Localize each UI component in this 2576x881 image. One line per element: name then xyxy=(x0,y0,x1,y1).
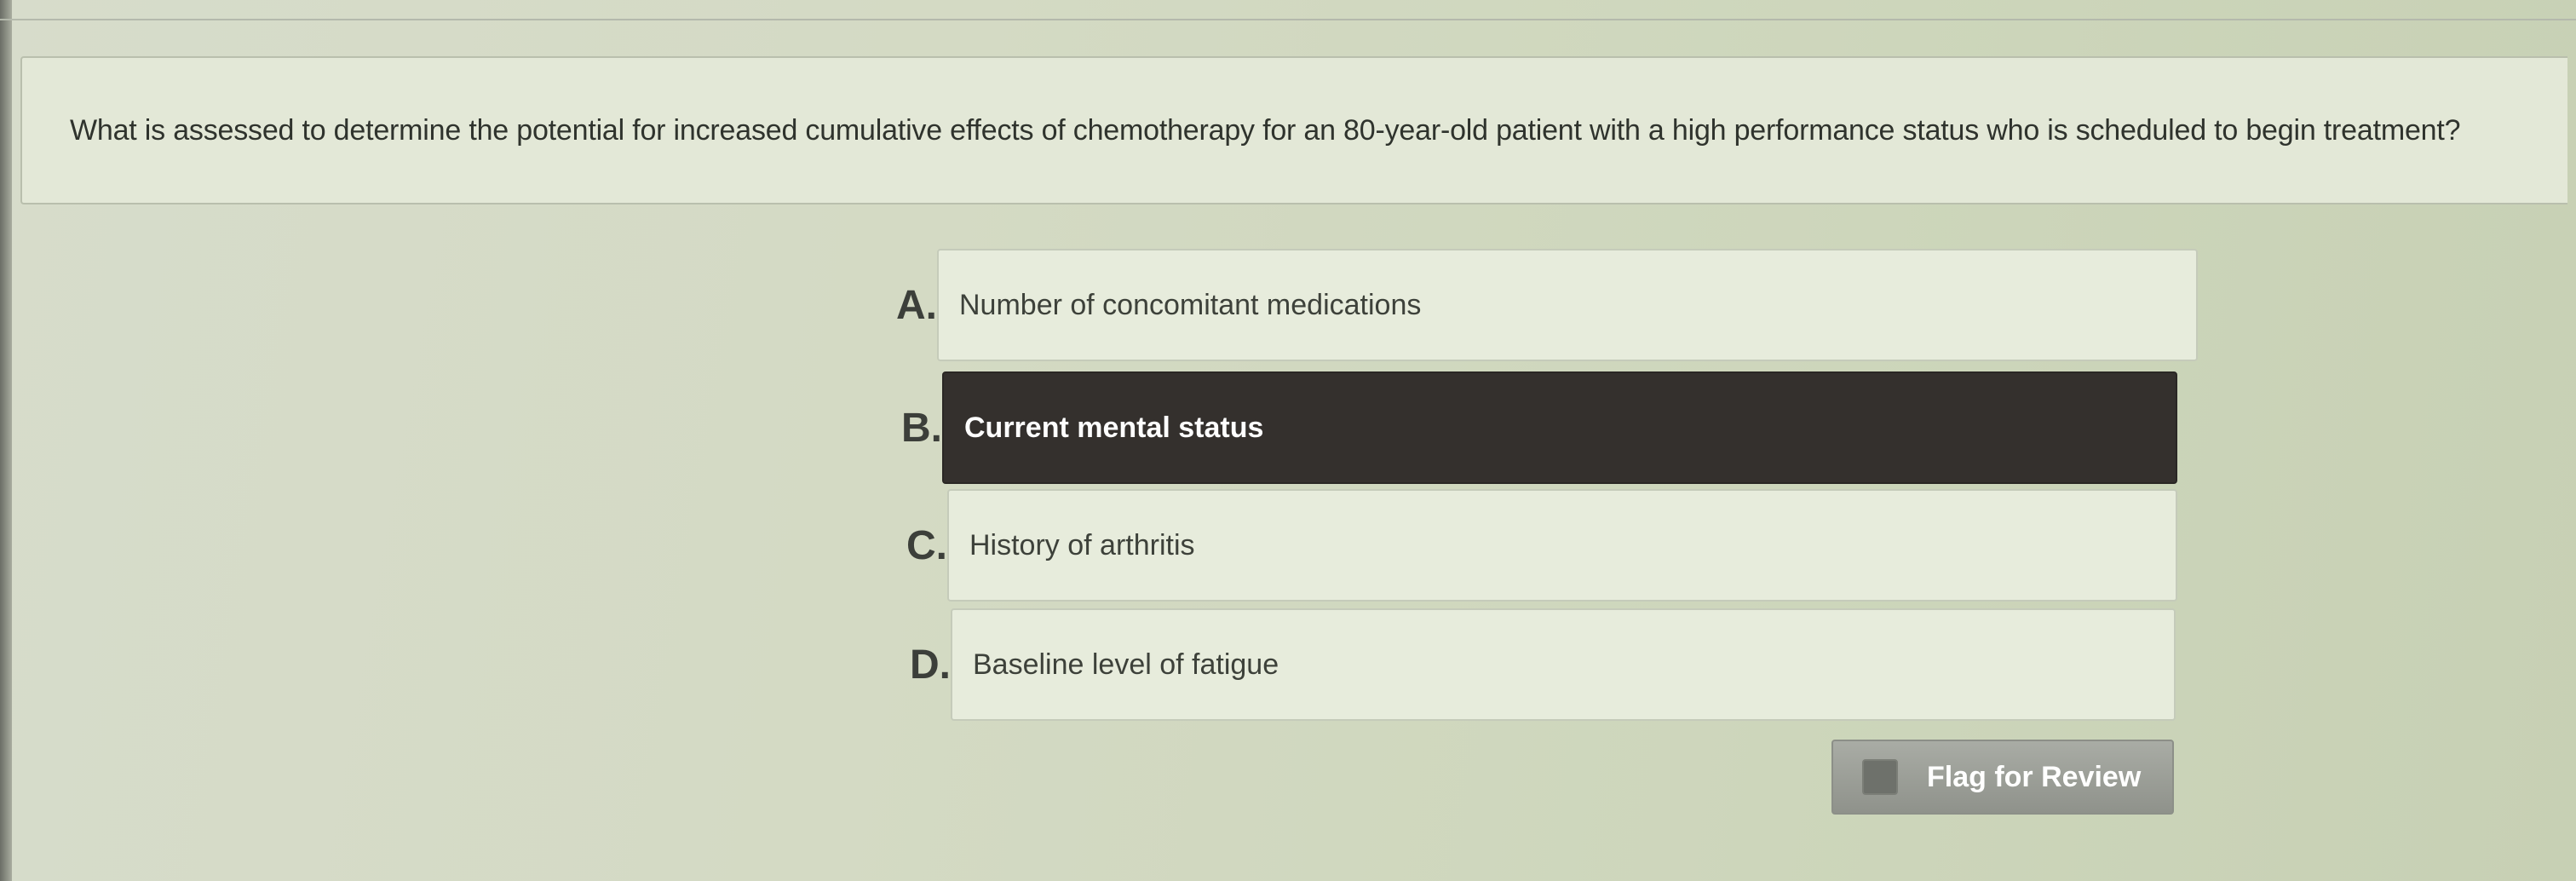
answer-button-a[interactable]: Number of concomitant medications xyxy=(937,249,2198,361)
answer-letter-a: A. xyxy=(896,282,937,328)
answer-text-b: Current mental status xyxy=(964,411,1264,444)
answer-button-d[interactable]: Baseline level of fatigue xyxy=(951,608,2176,721)
question-text: What is assessed to determine the potent… xyxy=(70,113,2461,147)
answer-text-d: Baseline level of fatigue xyxy=(973,648,1279,681)
flag-checkbox[interactable] xyxy=(1862,759,1898,795)
top-divider xyxy=(0,19,2576,20)
answer-option-d: D. Baseline level of fatigue xyxy=(835,608,2206,721)
answer-letter-c: C. xyxy=(906,522,947,568)
answer-option-c: C. History of arthritis xyxy=(835,489,2206,602)
answer-option-a: A. Number of concomitant medications xyxy=(835,249,2206,361)
answer-button-b[interactable]: Current mental status xyxy=(942,371,2177,484)
answer-text-a: Number of concomitant medications xyxy=(959,288,1422,321)
flag-for-review-button[interactable]: Flag for Review xyxy=(1831,740,2174,815)
answer-text-c: History of arthritis xyxy=(969,528,1195,561)
screen-left-edge xyxy=(0,0,12,881)
question-panel: What is assessed to determine the potent… xyxy=(20,56,2567,204)
answer-letter-b: B. xyxy=(901,405,942,451)
flag-label: Flag for Review xyxy=(1927,760,2142,793)
answer-button-c[interactable]: History of arthritis xyxy=(947,489,2177,602)
answer-letter-d: D. xyxy=(910,642,951,688)
answer-option-b: B. Current mental status xyxy=(835,371,2206,484)
